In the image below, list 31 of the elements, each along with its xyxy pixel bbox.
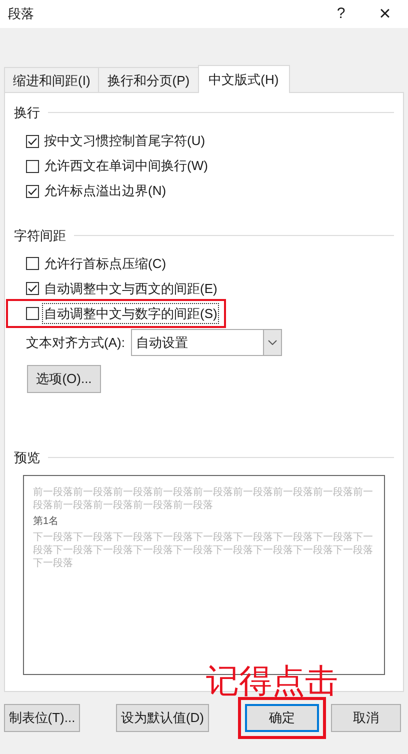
alignment-dropdown[interactable]: 自动设置: [130, 329, 282, 356]
checkbox-label[interactable]: 自动调整中文与数字的间距(S): [43, 304, 218, 324]
checkbox[interactable]: [26, 184, 39, 198]
dialog-button[interactable]: 确定: [245, 704, 319, 732]
section-title: 预览: [14, 448, 40, 466]
checkbox-label[interactable]: 按中文习惯控制首尾字符(U): [43, 131, 206, 151]
checkbox[interactable]: [26, 160, 39, 172]
checkbox-label[interactable]: 自动调整中文与西文的间距(E): [43, 278, 218, 298]
options-button[interactable]: 选项(O)...: [27, 365, 101, 393]
section-title: 字符间距: [14, 226, 66, 244]
checkbox[interactable]: [26, 257, 39, 270]
help-button[interactable]: ?: [326, 2, 356, 26]
tab[interactable]: 中文版式(H): [198, 65, 290, 93]
checkbox-label[interactable]: 允许西文在单词中间换行(W): [43, 156, 209, 176]
dialog-button[interactable]: 设为默认值(D): [116, 704, 209, 732]
dialog-button[interactable]: 取消: [331, 704, 401, 732]
dialog-button[interactable]: 制表位(T)...: [4, 704, 80, 732]
checkbox-label[interactable]: 允许行首标点压缩(C): [43, 254, 168, 274]
checkbox[interactable]: [26, 307, 39, 320]
checkbox-label[interactable]: 允许标点溢出边界(N): [43, 181, 168, 201]
tab[interactable]: 缩进和间距(I): [4, 67, 100, 93]
close-button[interactable]: ×: [370, 4, 400, 24]
section-title: 换行: [14, 104, 40, 122]
checkbox[interactable]: [26, 134, 39, 148]
preview-text: 前一段落前一段落前一段落前一段落前一段落前一段落前一段落前一段落前一段落前一段落前一段落前一段落前一段落: [33, 486, 374, 512]
preview-sample-text: 第1名: [33, 515, 60, 528]
preview-text: 下一段落下一段落下一段落下一段落下一段落下一段落下一段落下一段落下一段落下一段落下一段落下一段落下一段落下一段落下一段落下一段落下一段落下一段落: [33, 531, 374, 570]
chevron-down-icon: [268, 340, 277, 345]
checkbox[interactable]: [26, 282, 39, 295]
window-title: 段落: [8, 5, 35, 24]
field-label: 文本对齐方式(A):: [26, 334, 125, 352]
